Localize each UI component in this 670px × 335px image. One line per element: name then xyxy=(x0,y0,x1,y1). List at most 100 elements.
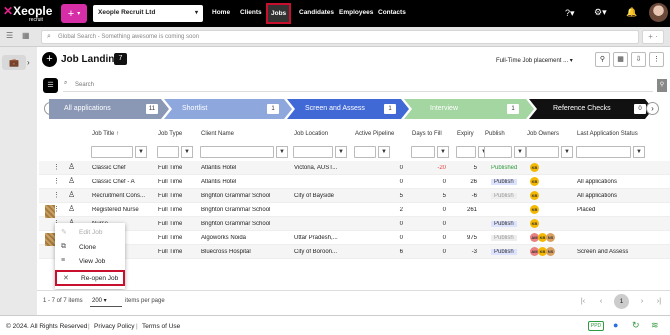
filter-icon[interactable]: ▼ xyxy=(181,146,193,158)
cell-client-name[interactable]: Brighton Grammar School xyxy=(201,221,289,227)
filter-icon[interactable]: ▼ xyxy=(633,146,645,158)
person-icon[interactable]: ♙ xyxy=(68,204,75,213)
more-options-button[interactable]: ⋮ xyxy=(649,52,664,67)
next-page-icon[interactable]: › xyxy=(636,296,648,308)
filter-owners-input[interactable] xyxy=(526,146,559,158)
filter-icon[interactable]: ▼ xyxy=(514,146,526,158)
menu-reopen-job[interactable]: ✕ Re-open Job xyxy=(55,270,125,286)
filter-job-type-input[interactable] xyxy=(157,146,179,158)
first-page-icon[interactable]: |‹ xyxy=(577,296,589,308)
col-client-name[interactable]: Client Name xyxy=(201,131,234,137)
table-row[interactable]: ⋮ ♙ Classic Chef Full Time Atlantis Hotel Vic… xyxy=(39,161,670,175)
user-circle-icon[interactable]: ● xyxy=(613,320,618,330)
table-row[interactable]: ⋮ ♙ Recruitment Cons... Full Time Brighton G… xyxy=(39,189,670,203)
cell-client-name[interactable]: Bluecross Hospital xyxy=(201,249,289,255)
filter-status-input[interactable] xyxy=(576,146,631,158)
filter-icon[interactable]: ▼ xyxy=(561,146,573,158)
col-last-application-status[interactable]: Last Application Status xyxy=(577,131,638,137)
cell-job-title[interactable]: Recruitment Cons... xyxy=(92,193,154,199)
sync-icon[interactable]: ↻ xyxy=(632,320,640,331)
row-menu-icon[interactable]: ⋮ xyxy=(53,163,60,171)
pipeline-stage-all-applications[interactable]: All applications 11 xyxy=(49,99,169,119)
person-icon[interactable]: ♙ xyxy=(68,176,75,185)
col-active-pipeline[interactable]: Active Pipeline xyxy=(355,131,394,137)
cell-client-name[interactable]: Atlantis Hotel xyxy=(201,165,289,171)
owner-avatar[interactable]: KB xyxy=(530,191,539,200)
menu-edit-job[interactable]: ✎ Edit Job xyxy=(55,226,125,239)
page-size-select[interactable]: 200 ▾ xyxy=(90,295,122,307)
owner-avatar[interactable]: NS xyxy=(546,233,555,242)
menu-view-job[interactable]: ≡ View Job xyxy=(55,255,125,268)
col-job-location[interactable]: Job Location xyxy=(294,131,328,137)
xeople-logo[interactable]: ✕Xeople recruit xyxy=(3,3,53,24)
settings-icon[interactable]: ⚙▾ xyxy=(594,7,607,18)
filter-icon[interactable]: ▼ xyxy=(335,146,347,158)
table-row[interactable]: ⋮♙...eveloperFull TimeBluecross Hospital… xyxy=(39,245,670,259)
table-row[interactable]: ⋮ ♙ Classic Chef - A Full Time Atlantis Hote… xyxy=(39,175,670,189)
col-expiry[interactable]: Expiry xyxy=(457,131,474,137)
last-page-icon[interactable]: ›| xyxy=(653,296,665,308)
table-row[interactable]: ⋮ ♙ Registered Nurse Full Time Brighton Gram… xyxy=(39,203,670,217)
filter-active-input[interactable] xyxy=(354,146,376,158)
owner-avatar[interactable]: KB xyxy=(530,177,539,186)
table-row[interactable]: ⋮♙Full TimeAlgoworks NoidaUttar Pradesh,… xyxy=(39,231,670,245)
publish-status[interactable]: Published xyxy=(491,165,517,171)
drag-handle-icon[interactable] xyxy=(45,205,55,218)
filter-location-input[interactable] xyxy=(293,146,333,158)
pipeline-stage-reference-checks[interactable]: Reference Checks 0 xyxy=(529,99,653,119)
current-page[interactable]: 1 xyxy=(614,294,629,309)
add-widget-button[interactable]: + · xyxy=(642,30,664,44)
publish-status[interactable]: Publish xyxy=(491,179,517,185)
owner-avatar[interactable]: KB xyxy=(530,205,539,214)
row-menu-icon[interactable]: ⋮ xyxy=(53,177,60,185)
publish-status[interactable]: Publish xyxy=(491,221,517,227)
table-row[interactable]: ⋮♙Nurse -...Full TimeBrighton Grammar Sc… xyxy=(39,217,670,231)
filter-expiry-input[interactable] xyxy=(456,146,476,158)
nav-clients[interactable]: Clients xyxy=(240,9,262,16)
nav-contacts[interactable]: Contacts xyxy=(378,9,406,16)
owner-avatar[interactable]: NS xyxy=(546,247,555,256)
col-job-owners[interactable]: Job Owners xyxy=(527,131,559,137)
view-select[interactable]: Full-Time Job placement ... ▾ xyxy=(496,55,591,68)
cell-client-name[interactable]: Algoworks Noida xyxy=(201,235,289,241)
drag-handle-icon[interactable] xyxy=(45,233,55,246)
filter-icon[interactable]: ▼ xyxy=(378,146,390,158)
pipeline-next-button[interactable]: › xyxy=(646,102,659,115)
filter-side-button[interactable]: ⚲ xyxy=(657,79,667,92)
filter-toggle-button[interactable]: ☰ xyxy=(43,78,58,93)
briefcase-icon[interactable]: 💼 xyxy=(2,55,26,70)
cell-client-name[interactable]: Brighton Grammar School xyxy=(201,193,289,199)
cell-job-title[interactable]: Classic Chef - A xyxy=(92,179,154,185)
export-button[interactable]: ⇩ xyxy=(631,52,646,67)
privacy-link[interactable]: Privacy Policy xyxy=(94,323,134,330)
nav-candidates[interactable]: Candidates xyxy=(299,9,334,16)
filter-publish-input[interactable] xyxy=(484,146,512,158)
filter-button[interactable]: ⚲ xyxy=(595,52,610,67)
cell-job-title[interactable]: Classic Chef xyxy=(92,165,154,171)
nav-jobs[interactable]: Jobs xyxy=(266,3,292,24)
filter-icon[interactable]: ▼ xyxy=(276,146,288,158)
expand-arrow-icon[interactable]: › xyxy=(27,55,37,70)
person-icon[interactable]: ♙ xyxy=(68,162,75,171)
col-job-type[interactable]: Job Type xyxy=(158,131,182,137)
cell-client-name[interactable]: Atlantis Hotel xyxy=(201,179,289,185)
ppd-badge[interactable]: PPD xyxy=(588,321,604,331)
grid-view-icon[interactable]: ▦ xyxy=(22,31,34,42)
pipeline-stage-screen-and-assess[interactable]: Screen and Assess 1 xyxy=(287,99,409,119)
columns-button[interactable]: ▦ xyxy=(613,52,628,67)
col-days-to-fill[interactable]: Days to Fill xyxy=(412,131,442,137)
publish-status[interactable]: Publish xyxy=(491,249,517,255)
nav-home[interactable]: Home xyxy=(212,9,230,16)
owner-avatar[interactable]: KB xyxy=(530,163,539,172)
quick-add-button[interactable]: + ▾ xyxy=(61,4,87,23)
prev-page-icon[interactable]: ‹ xyxy=(595,296,607,308)
pipeline-stage-shortlist[interactable]: Shortlist 1 xyxy=(164,99,292,119)
filter-days-input[interactable] xyxy=(411,146,435,158)
wifi-icon[interactable]: ≋ xyxy=(651,320,659,331)
cell-client-name[interactable]: Brighton Grammar School xyxy=(201,207,289,213)
row-menu-icon[interactable]: ⋮ xyxy=(53,191,60,199)
help-icon[interactable]: ?▾ xyxy=(565,8,575,19)
filter-job-title-input[interactable] xyxy=(91,146,133,158)
menu-clone[interactable]: ⧉ Clone xyxy=(55,241,125,254)
user-avatar[interactable] xyxy=(649,3,668,22)
